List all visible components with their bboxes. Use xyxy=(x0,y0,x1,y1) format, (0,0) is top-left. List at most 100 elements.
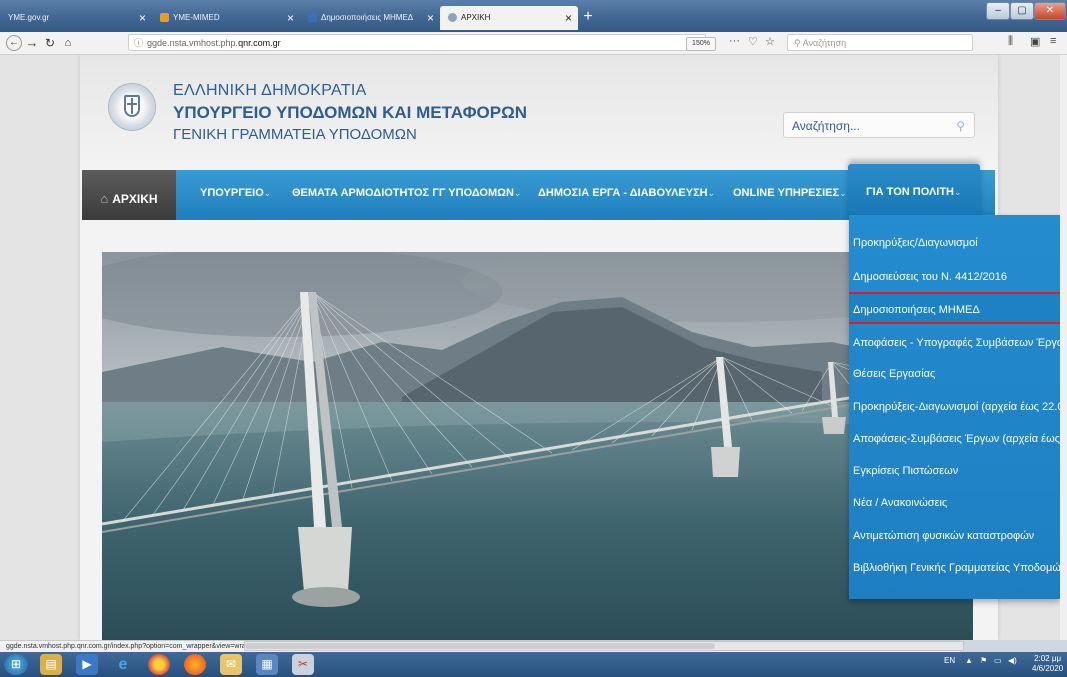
tab-favicon-icon xyxy=(160,13,169,23)
chevron-down-icon: ⌄ xyxy=(707,188,716,198)
tab-favicon-icon xyxy=(448,13,457,23)
site-search-placeholder: Αναζήτηση... xyxy=(792,119,860,133)
forward-arrow-icon[interactable]: → xyxy=(24,34,40,52)
firefox-icon[interactable] xyxy=(184,654,206,675)
menu-label: ΓΙΑ ΤΟΝ ΠΟΛΙΤΗ xyxy=(866,186,955,198)
tab-label: Δημοσιοποιήσεις ΜΗΜΕΔ xyxy=(321,13,414,22)
url-bar[interactable]: ⓘ ggde.nsta.vmhost.php.qnr.com.gr xyxy=(128,34,706,51)
org-line-2: ΥΠΟΥΡΓΕΙΟ ΥΠΟΔΟΜΩΝ ΚΑΙ ΜΕΤΑΦΟΡΩΝ xyxy=(173,103,527,122)
dropdown-item[interactable]: Αντιμετώπιση φυσικών καταστροφών xyxy=(849,520,1060,552)
home-icon[interactable]: ⌂ xyxy=(60,34,76,52)
vertical-scrollbar[interactable] xyxy=(1060,55,1067,640)
dropdown-item[interactable]: Νέα / Ανακοινώσεις xyxy=(849,487,1060,519)
close-window-button[interactable]: ✕ xyxy=(1034,2,1066,20)
menu-label: ΥΠΟΥΡΓΕΙΟ xyxy=(200,187,264,199)
start-button-icon[interactable]: ⊞ xyxy=(4,654,28,675)
tab-mimed-publications[interactable]: Δημοσιοποιήσεις ΜΗΜΕΔ × xyxy=(300,6,440,30)
windows-taskbar: ⊞ ▤ ▶ e ✉ ▦ ✂ EN ▲ ⚑ ▭ ◀) 2:02 μμ 4/6/20… xyxy=(0,652,1067,677)
snipping-tool-icon[interactable]: ✂ xyxy=(292,654,314,675)
tab-label: YME-MIMED xyxy=(173,13,220,22)
library-icon[interactable]: ⫼ xyxy=(1008,35,1013,48)
tab-close-icon[interactable]: × xyxy=(287,6,294,30)
flag-icon[interactable]: ⚑ xyxy=(980,656,987,665)
dropdown-item[interactable]: Προκηρύξεις/Διαγωνισμοί xyxy=(849,227,1060,259)
dropdown-item[interactable]: Αποφάσεις - Υπογραφές Συμβάσεων Έργω xyxy=(849,327,1060,359)
greek-coat-of-arms-icon[interactable] xyxy=(108,83,156,131)
search-icon[interactable]: ⚲ xyxy=(956,113,965,139)
url-path: ggde.nsta.vmhost.php. xyxy=(147,38,239,48)
tab-close-icon[interactable]: × xyxy=(565,6,572,30)
bookmark-star-icon[interactable]: ☆ xyxy=(765,35,775,48)
maximize-button[interactable]: ▢ xyxy=(1010,2,1034,20)
chevron-down-icon: ⌄ xyxy=(954,187,962,197)
org-line-3: ΓΕΝΙΚΗ ΓΡΑΜΜΑΤΕΙΑ ΥΠΟΔΟΜΩΝ xyxy=(173,126,417,143)
tab-favicon-icon xyxy=(308,13,317,23)
site-search-input[interactable]: Αναζήτηση... ⚲ xyxy=(783,112,975,138)
main-menu: ⌂ ΑΡΧΙΚΗ ΥΠΟΥΡΓΕΙΟ⌄ ΘΕΜΑΤΑ ΑΡΜΟΔΙΟΤΗΤΟΣ Γ… xyxy=(82,164,995,220)
menu-competence-topics[interactable]: ΘΕΜΑΤΑ ΑΡΜΟΔΙΟΤΗΤΟΣ ΓΓ ΥΠΟΔΟΜΩΝ⌄ xyxy=(292,170,521,220)
clock-date: 4/6/2020 xyxy=(1032,664,1064,673)
menu-ministry[interactable]: ΥΠΟΥΡΓΕΙΟ⌄ xyxy=(200,170,271,220)
tab-close-icon[interactable]: × xyxy=(139,6,146,30)
tray-arrow-icon[interactable]: ▲ xyxy=(965,656,973,665)
menu-icon[interactable]: ≡ xyxy=(1050,35,1056,47)
sidebar-icon[interactable]: ▣ xyxy=(1030,35,1040,48)
reload-icon[interactable]: ↻ xyxy=(42,34,58,52)
menu-label: ΔΗΜΟΣΙΑ ΕΡΓΑ - ΔΙΑΒΟΥΛΕΥΣΗ xyxy=(538,187,708,199)
file-explorer-icon[interactable]: ▤ xyxy=(40,654,62,675)
dropdown-item[interactable]: Εγκρίσεις Πιστώσεων xyxy=(849,455,1060,487)
url-domain: qnr.com.gr xyxy=(238,38,281,48)
dropdown-item[interactable]: Θέσεις Εργασίας xyxy=(849,358,1060,390)
clock[interactable]: 2:02 μμ 4/6/2020 xyxy=(1032,654,1063,674)
dropdown-item[interactable]: Προκηρύξεις-Διαγωνισμοί (αρχεία έως 22.0 xyxy=(849,391,1060,423)
bridge-photo xyxy=(102,252,973,640)
clock-time: 2:02 μμ xyxy=(1034,654,1062,663)
menu-label: ΘΕΜΑΤΑ ΑΡΜΟΔΙΟΤΗΤΟΣ ΓΓ ΥΠΟΔΟΜΩΝ xyxy=(292,187,514,199)
dropdown-item-mimed-highlighted[interactable]: Δημοσιοποιήσεις ΜΗΜΕΔ xyxy=(849,292,1060,324)
dropdown-item[interactable]: Αποφάσεις-Συμβάσεις Έργων (αρχεία έως xyxy=(849,423,1060,455)
page-actions-icon[interactable]: ··· xyxy=(729,35,740,47)
language-indicator[interactable]: EN xyxy=(944,656,955,665)
mail-icon[interactable]: ✉ xyxy=(220,654,242,675)
chrome-icon[interactable] xyxy=(148,654,170,675)
tab-close-icon[interactable]: × xyxy=(427,6,434,30)
menu-online-services[interactable]: ONLINE ΥΠΗΡΕΣΙΕΣ⌄ xyxy=(733,170,847,220)
tab-yme-mimed[interactable]: YME-MIMED × xyxy=(152,6,300,30)
tab-home-active[interactable]: ΑΡΧΙΚΗ × xyxy=(440,6,578,30)
volume-icon[interactable]: ◀) xyxy=(1008,656,1017,665)
search-icon: ⚲ xyxy=(794,38,803,48)
tab-label: YME.gov.gr xyxy=(8,13,50,22)
tab-yme-gov[interactable]: YME.gov.gr × xyxy=(0,6,152,30)
search-placeholder: Αναζήτηση xyxy=(802,38,847,48)
menu-for-the-citizen[interactable]: ΓΙΑ ΤΟΝ ΠΟΛΙΤΗ⌄ xyxy=(848,164,980,220)
menu-label: ONLINE ΥΠΗΡΕΣΙΕΣ xyxy=(733,187,840,199)
horizontal-scrollbar[interactable] xyxy=(244,641,964,651)
scrollbar-thumb[interactable] xyxy=(245,643,715,649)
citizen-dropdown-menu: Προκηρύξεις/Διαγωνισμοί Δημοσιεύσεις του… xyxy=(849,215,1060,599)
hero-bridge-image xyxy=(102,252,973,640)
menu-home-label: ΑΡΧΙΚΗ xyxy=(112,192,158,206)
org-line-1: ΕΛΛΗΝΙΚΗ ΔΗΜΟΚΡΑΤΙΑ xyxy=(173,82,367,99)
network-icon[interactable]: ▭ xyxy=(994,656,1002,665)
chevron-down-icon: ⌄ xyxy=(513,188,522,198)
tab-label: ΑΡΧΙΚΗ xyxy=(461,13,491,22)
chevron-down-icon: ⌄ xyxy=(263,188,272,198)
minimize-button[interactable]: – xyxy=(986,2,1010,20)
new-tab-button[interactable]: + xyxy=(579,8,597,26)
browser-tab-bar: YME.gov.gr × YME-MIMED × Δημοσιοποιήσεις… xyxy=(0,0,1067,32)
document-viewer-icon[interactable]: ▦ xyxy=(256,654,278,675)
back-arrow-icon[interactable]: ← xyxy=(6,35,22,51)
browser-search-input[interactable]: ⚲ Αναζήτηση xyxy=(787,34,973,51)
media-player-icon[interactable]: ▶ xyxy=(76,654,98,675)
menu-home[interactable]: ⌂ ΑΡΧΙΚΗ xyxy=(82,170,176,220)
site-header: ΕΛΛΗΝΙΚΗ ΔΗΜΟΚΡΑΤΙΑ ΥΠΟΥΡΓΕΙΟ ΥΠΟΔΟΜΩΝ Κ… xyxy=(80,55,998,165)
info-icon: ⓘ xyxy=(134,38,144,48)
menu-public-works[interactable]: ΔΗΜΟΣΙΑ ΕΡΓΑ - ΔΙΑΒΟΥΛΕΥΣΗ⌄ xyxy=(538,170,715,220)
navigation-toolbar: ← → ↻ ⌂ ⓘ ggde.nsta.vmhost.php.qnr.com.g… xyxy=(0,32,1067,55)
zoom-indicator[interactable]: 150% xyxy=(686,37,716,51)
dropdown-item[interactable]: Βιβλιοθήκη Γενικής Γραμματείας Υποδομώ xyxy=(849,552,1060,584)
dropdown-item[interactable]: Δημοσιεύσεις του Ν. 4412/2016 xyxy=(849,261,1060,293)
chevron-down-icon: ⌄ xyxy=(839,188,847,198)
pocket-icon[interactable]: ♡ xyxy=(748,35,758,48)
internet-explorer-icon[interactable]: e xyxy=(112,654,134,675)
